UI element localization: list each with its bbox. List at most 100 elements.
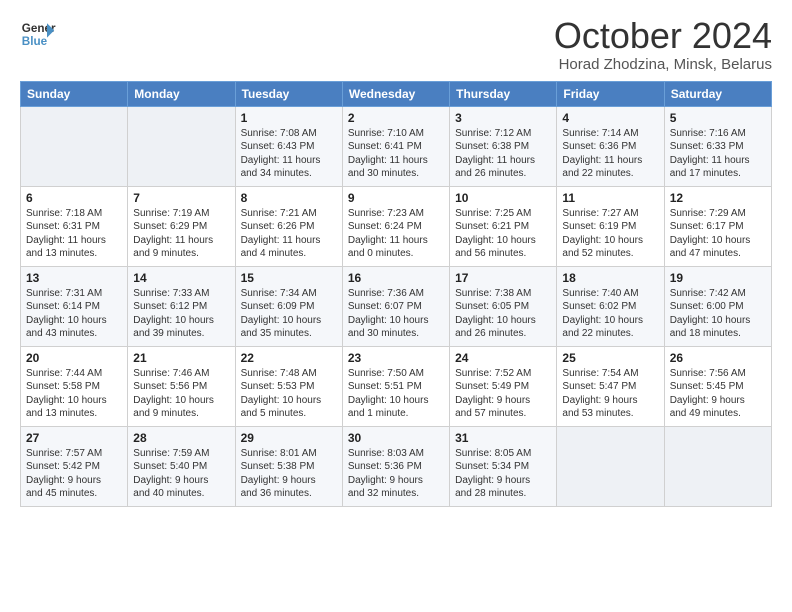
title-block: October 2024 Horad Zhodzina, Minsk, Bela… [554, 16, 772, 73]
calendar-cell: 1 Sunrise: 7:08 AM Sunset: 6:43 PM Daylig… [235, 106, 342, 186]
calendar-cell: 29Sunrise: 8:01 AM Sunset: 5:38 PM Dayli… [235, 426, 342, 506]
weekday-header: Friday [557, 81, 664, 106]
cell-day-number: 31 [455, 431, 551, 445]
cell-info-text: Sunrise: 7:08 AM Sunset: 6:43 PM Dayligh… [241, 127, 337, 181]
cell-day-number: 29 [241, 431, 337, 445]
cell-info-text: Sunrise: 7:57 AM Sunset: 5:42 PM Dayligh… [26, 447, 122, 501]
cell-day-number: 23 [348, 351, 444, 365]
cell-info-text: Sunrise: 7:18 AM Sunset: 6:31 PM Dayligh… [26, 207, 122, 261]
calendar-cell: 14 Sunrise: 7:33 AM Sunset: 6:12 PM Dayli… [128, 266, 235, 346]
cell-day-number: 17 [455, 271, 551, 285]
calendar-cell: 24 Sunrise: 7:52 AM Sunset: 5:49 PM Dayli… [450, 346, 557, 426]
calendar-table: SundayMondayTuesdayWednesdayThursdayFrid… [20, 81, 772, 507]
cell-info-text: Sunrise: 7:23 AM Sunset: 6:24 PM Dayligh… [348, 207, 444, 261]
calendar-cell: 26 Sunrise: 7:56 AM Sunset: 5:45 PM Dayli… [664, 346, 771, 426]
cell-day-number: 25 [562, 351, 658, 365]
cell-info-text: Sunrise: 7:48 AM Sunset: 5:53 PM Dayligh… [241, 367, 337, 421]
calendar-cell: 22 Sunrise: 7:48 AM Sunset: 5:53 PM Dayli… [235, 346, 342, 426]
calendar-cell: 15Sunrise: 7:34 AM Sunset: 6:09 PM Dayli… [235, 266, 342, 346]
cell-info-text: Sunrise: 7:31 AM Sunset: 6:14 PM Dayligh… [26, 287, 122, 341]
calendar-cell: 7 Sunrise: 7:19 AM Sunset: 6:29 PM Daylig… [128, 186, 235, 266]
calendar-cell: 18 Sunrise: 7:40 AM Sunset: 6:02 PM Dayli… [557, 266, 664, 346]
calendar-cell: 20 Sunrise: 7:44 AM Sunset: 5:58 PM Dayli… [21, 346, 128, 426]
cell-day-number: 2 [348, 111, 444, 125]
weekday-header-row: SundayMondayTuesdayWednesdayThursdayFrid… [21, 81, 772, 106]
calendar-cell [664, 426, 771, 506]
cell-day-number: 12 [670, 191, 766, 205]
calendar-cell: 31Sunrise: 8:05 AM Sunset: 5:34 PM Dayli… [450, 426, 557, 506]
cell-day-number: 7 [133, 191, 229, 205]
calendar-cell: 9 Sunrise: 7:23 AM Sunset: 6:24 PM Daylig… [342, 186, 449, 266]
calendar-cell: 13 Sunrise: 7:31 AM Sunset: 6:14 PM Dayli… [21, 266, 128, 346]
cell-day-number: 18 [562, 271, 658, 285]
logo: General Blue [20, 16, 56, 52]
cell-day-number: 20 [26, 351, 122, 365]
calendar-cell: 23 Sunrise: 7:50 AM Sunset: 5:51 PM Dayli… [342, 346, 449, 426]
svg-text:Blue: Blue [22, 35, 48, 48]
calendar-cell: 5 Sunrise: 7:16 AM Sunset: 6:33 PM Daylig… [664, 106, 771, 186]
cell-info-text: Sunrise: 7:27 AM Sunset: 6:19 PM Dayligh… [562, 207, 658, 261]
calendar-cell: 11Sunrise: 7:27 AM Sunset: 6:19 PM Dayli… [557, 186, 664, 266]
cell-info-text: Sunrise: 7:36 AM Sunset: 6:07 PM Dayligh… [348, 287, 444, 341]
cell-day-number: 14 [133, 271, 229, 285]
cell-info-text: Sunrise: 7:44 AM Sunset: 5:58 PM Dayligh… [26, 367, 122, 421]
cell-day-number: 9 [348, 191, 444, 205]
cell-day-number: 19 [670, 271, 766, 285]
cell-info-text: Sunrise: 8:03 AM Sunset: 5:36 PM Dayligh… [348, 447, 444, 501]
cell-day-number: 26 [670, 351, 766, 365]
cell-day-number: 21 [133, 351, 229, 365]
cell-info-text: Sunrise: 7:12 AM Sunset: 6:38 PM Dayligh… [455, 127, 551, 181]
cell-info-text: Sunrise: 7:42 AM Sunset: 6:00 PM Dayligh… [670, 287, 766, 341]
cell-day-number: 24 [455, 351, 551, 365]
cell-info-text: Sunrise: 7:34 AM Sunset: 6:09 PM Dayligh… [241, 287, 337, 341]
calendar-cell: 25 Sunrise: 7:54 AM Sunset: 5:47 PM Dayli… [557, 346, 664, 426]
cell-info-text: Sunrise: 7:21 AM Sunset: 6:26 PM Dayligh… [241, 207, 337, 261]
cell-info-text: Sunrise: 7:50 AM Sunset: 5:51 PM Dayligh… [348, 367, 444, 421]
cell-day-number: 5 [670, 111, 766, 125]
calendar-cell: 17 Sunrise: 7:38 AM Sunset: 6:05 PM Dayli… [450, 266, 557, 346]
cell-day-number: 8 [241, 191, 337, 205]
month-title: October 2024 [554, 16, 772, 56]
calendar-cell: 10Sunrise: 7:25 AM Sunset: 6:21 PM Dayli… [450, 186, 557, 266]
cell-info-text: Sunrise: 7:10 AM Sunset: 6:41 PM Dayligh… [348, 127, 444, 181]
location-subtitle: Horad Zhodzina, Minsk, Belarus [554, 56, 772, 73]
cell-day-number: 13 [26, 271, 122, 285]
calendar-cell: 28 Sunrise: 7:59 AM Sunset: 5:40 PM Dayli… [128, 426, 235, 506]
cell-info-text: Sunrise: 7:52 AM Sunset: 5:49 PM Dayligh… [455, 367, 551, 421]
cell-info-text: Sunrise: 7:25 AM Sunset: 6:21 PM Dayligh… [455, 207, 551, 261]
page-header: General Blue October 2024 Horad Zhodzina… [20, 16, 772, 73]
cell-day-number: 22 [241, 351, 337, 365]
calendar-cell [128, 106, 235, 186]
calendar-week-row: 13 Sunrise: 7:31 AM Sunset: 6:14 PM Dayli… [21, 266, 772, 346]
calendar-cell: 4Sunrise: 7:14 AM Sunset: 6:36 PM Daylig… [557, 106, 664, 186]
calendar-cell [21, 106, 128, 186]
calendar-cell [557, 426, 664, 506]
cell-day-number: 1 [241, 111, 337, 125]
weekday-header: Sunday [21, 81, 128, 106]
cell-info-text: Sunrise: 7:14 AM Sunset: 6:36 PM Dayligh… [562, 127, 658, 181]
cell-info-text: Sunrise: 7:29 AM Sunset: 6:17 PM Dayligh… [670, 207, 766, 261]
cell-info-text: Sunrise: 7:33 AM Sunset: 6:12 PM Dayligh… [133, 287, 229, 341]
cell-day-number: 28 [133, 431, 229, 445]
calendar-cell: 27 Sunrise: 7:57 AM Sunset: 5:42 PM Dayli… [21, 426, 128, 506]
calendar-cell: 19 Sunrise: 7:42 AM Sunset: 6:00 PM Dayli… [664, 266, 771, 346]
cell-info-text: Sunrise: 7:16 AM Sunset: 6:33 PM Dayligh… [670, 127, 766, 181]
cell-day-number: 27 [26, 431, 122, 445]
cell-day-number: 3 [455, 111, 551, 125]
cell-day-number: 16 [348, 271, 444, 285]
cell-info-text: Sunrise: 7:56 AM Sunset: 5:45 PM Dayligh… [670, 367, 766, 421]
cell-info-text: Sunrise: 7:59 AM Sunset: 5:40 PM Dayligh… [133, 447, 229, 501]
cell-info-text: Sunrise: 7:19 AM Sunset: 6:29 PM Dayligh… [133, 207, 229, 261]
cell-info-text: Sunrise: 7:54 AM Sunset: 5:47 PM Dayligh… [562, 367, 658, 421]
calendar-cell: 16 Sunrise: 7:36 AM Sunset: 6:07 PM Dayli… [342, 266, 449, 346]
cell-info-text: Sunrise: 7:40 AM Sunset: 6:02 PM Dayligh… [562, 287, 658, 341]
weekday-header: Tuesday [235, 81, 342, 106]
cell-info-text: Sunrise: 7:38 AM Sunset: 6:05 PM Dayligh… [455, 287, 551, 341]
calendar-week-row: 6Sunrise: 7:18 AM Sunset: 6:31 PM Daylig… [21, 186, 772, 266]
calendar-cell: 3 Sunrise: 7:12 AM Sunset: 6:38 PM Daylig… [450, 106, 557, 186]
weekday-header: Monday [128, 81, 235, 106]
calendar-cell: 8 Sunrise: 7:21 AM Sunset: 6:26 PM Daylig… [235, 186, 342, 266]
logo-icon: General Blue [20, 16, 56, 52]
calendar-week-row: 1 Sunrise: 7:08 AM Sunset: 6:43 PM Daylig… [21, 106, 772, 186]
calendar-cell: 12 Sunrise: 7:29 AM Sunset: 6:17 PM Dayli… [664, 186, 771, 266]
